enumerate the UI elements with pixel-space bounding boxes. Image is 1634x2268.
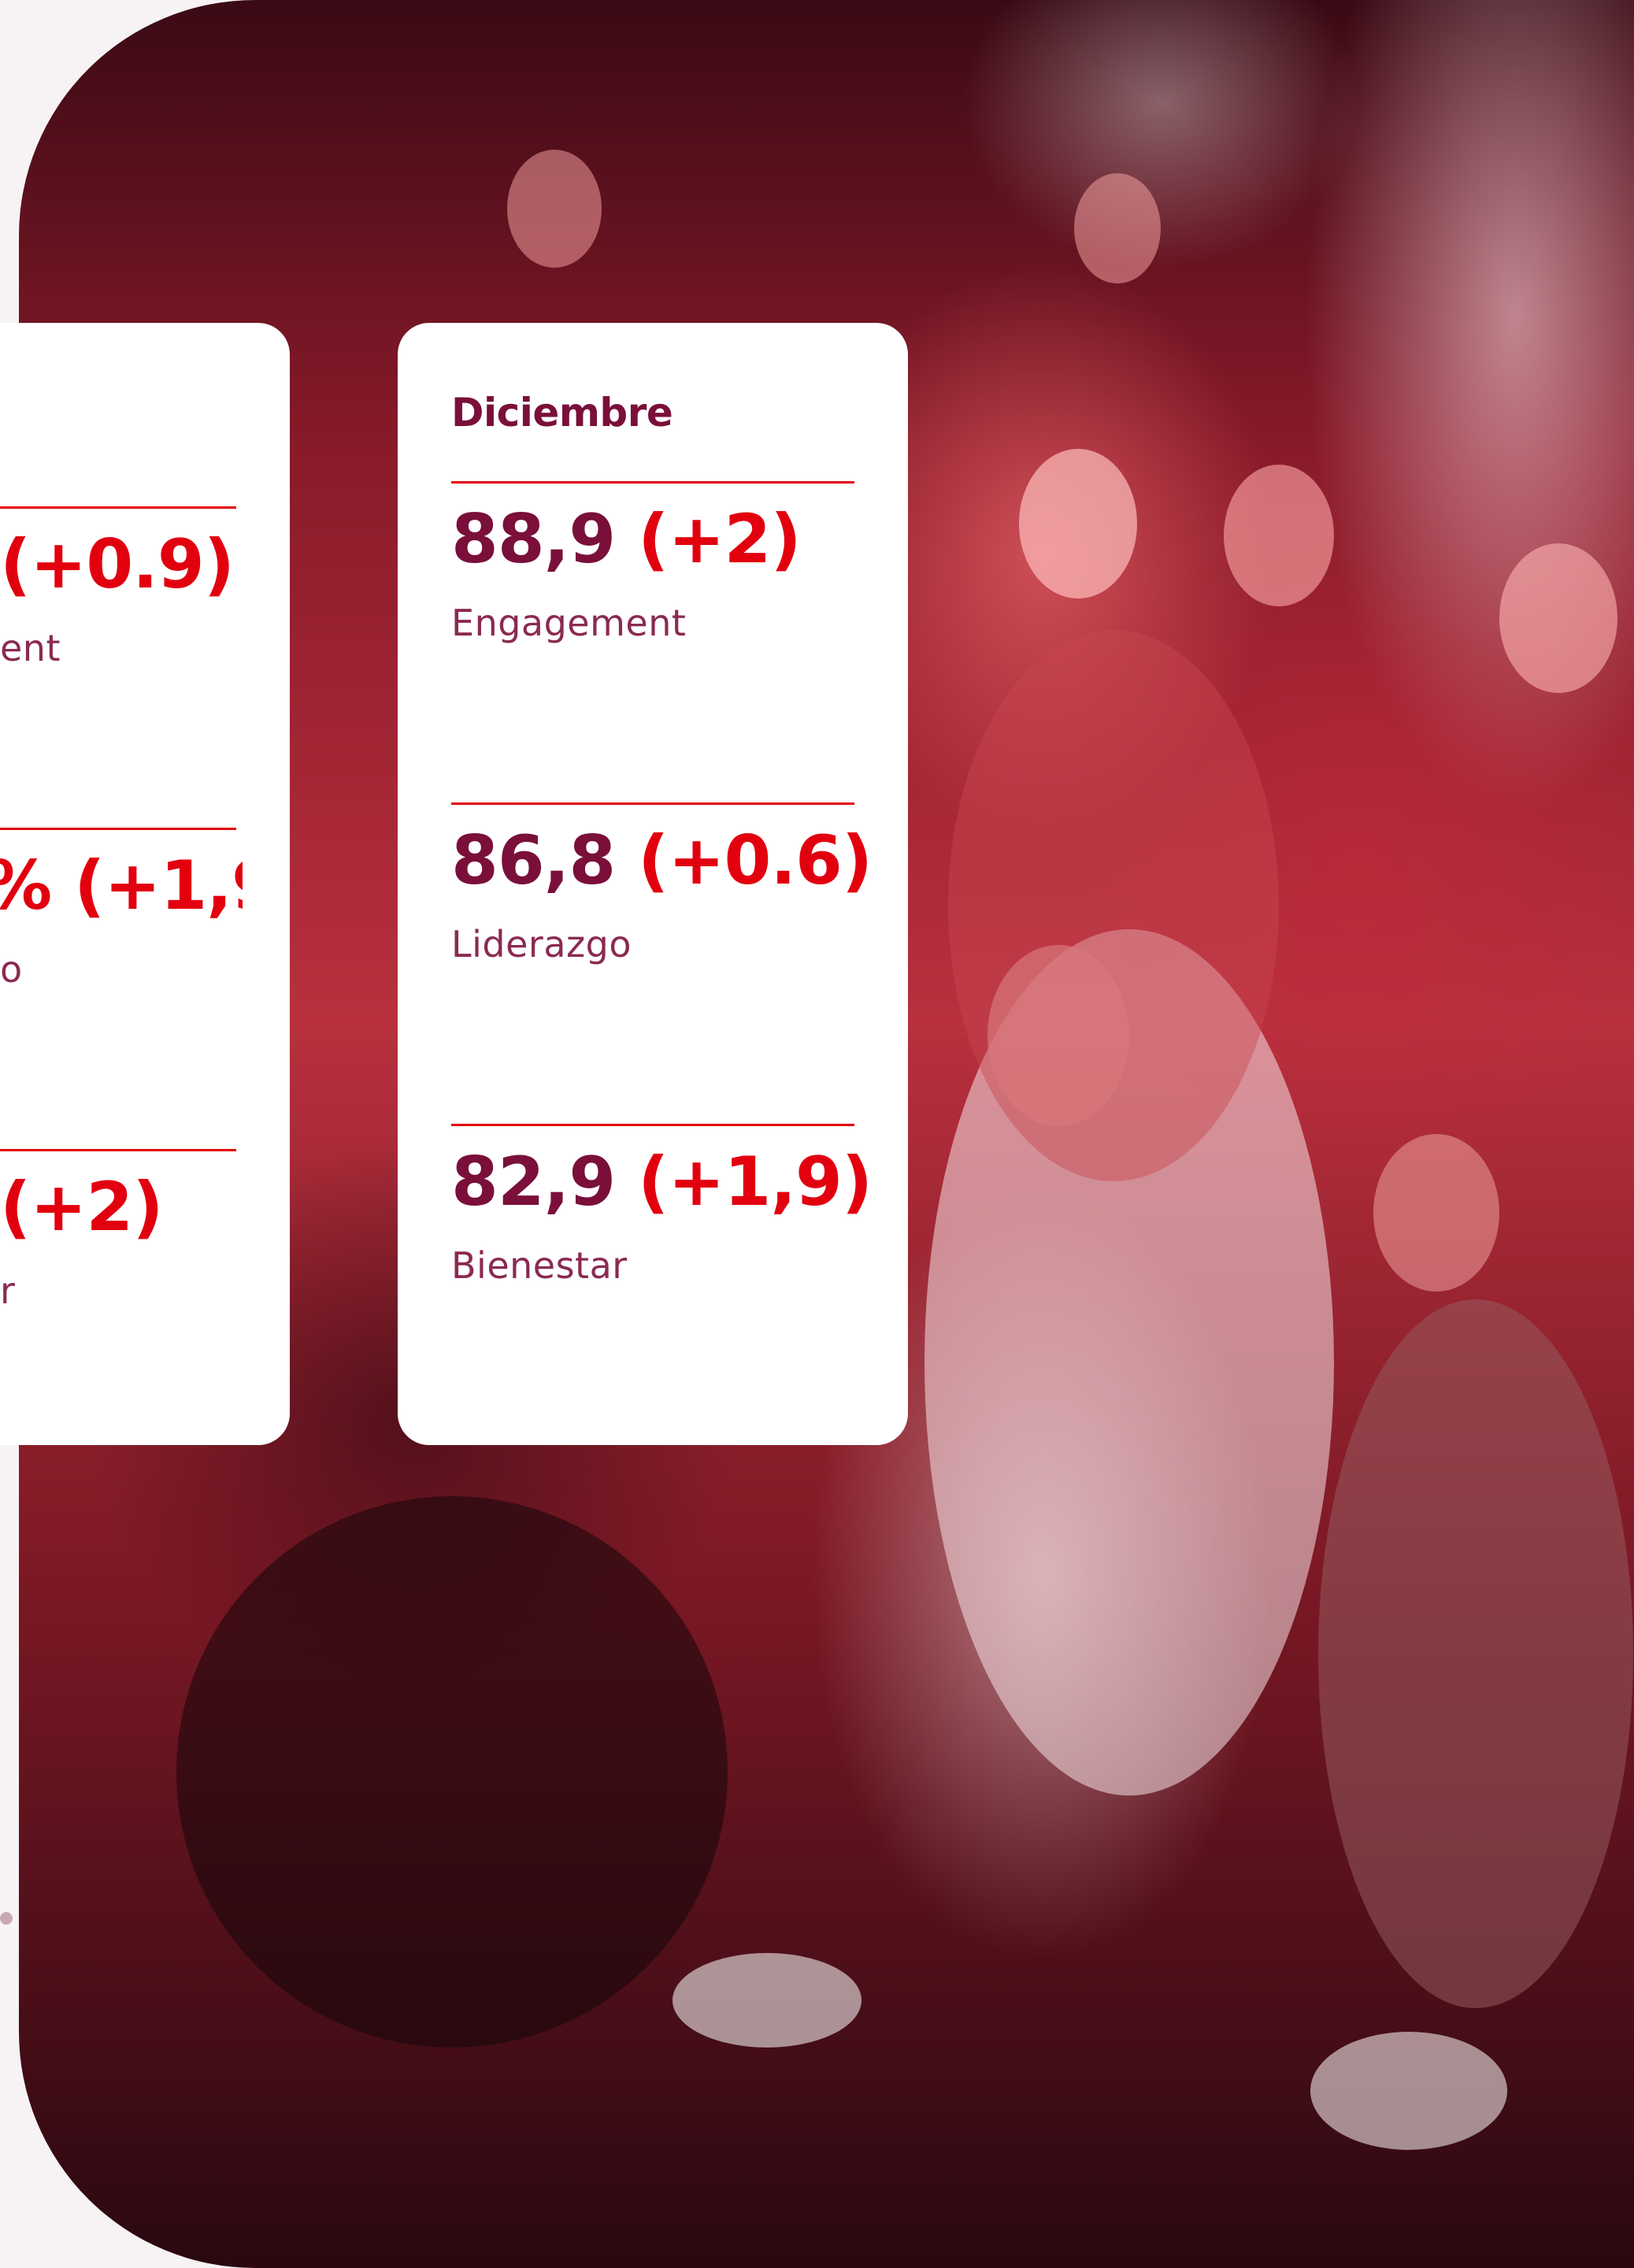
metric-score: 82,9 <box>451 1143 616 1221</box>
metric-value: 82,9 (+1,9) <box>451 1140 873 1225</box>
metric-score: 86,8 <box>451 821 616 900</box>
metric-label: ent <box>0 626 61 669</box>
person-head <box>1074 173 1161 284</box>
metric-value: % (+1,9) <box>0 847 243 925</box>
page: (+0.9) ent % (+1,9) o (+2) r Diciembre 8… <box>0 0 1634 2268</box>
metric-label: Engagement <box>451 601 687 644</box>
metric-label: Bienestar <box>451 1243 628 1287</box>
sneaker <box>1310 2032 1507 2150</box>
metric-bienestar: 82,9 (+1,9) Bienestar <box>451 1124 873 1445</box>
person-head <box>1019 449 1137 598</box>
metric-delta: (+0.6) <box>638 821 873 900</box>
metric-label: r <box>0 1269 16 1312</box>
metric-value: 86,8 (+0.6) <box>451 819 873 904</box>
metric-row: (+0.9) ent <box>0 506 236 828</box>
metric-label: o <box>0 947 23 991</box>
metric-value: (+0.9) <box>0 525 235 604</box>
metric-liderazgo: 86,8 (+0.6) Liderazgo <box>451 802 873 1124</box>
metric-row: (+2) r <box>0 1149 236 1445</box>
metric-engagement: 88,9 (+2) Engagement <box>451 481 854 802</box>
person-head <box>507 150 602 268</box>
shadow <box>176 1496 728 2048</box>
card-month-title: Diciembre <box>451 390 673 435</box>
person-head <box>1499 543 1617 693</box>
pagination-dot[interactable] <box>0 1912 13 1925</box>
person-silhouette <box>1318 1299 1633 2008</box>
metric-value: (+2) <box>0 1168 164 1247</box>
metric-value: 88,9 (+2) <box>451 498 854 583</box>
metric-delta: (+1,9) <box>638 1143 873 1221</box>
person-silhouette <box>948 630 1279 1181</box>
metric-delta: (+2) <box>638 500 802 579</box>
metrics-card-previous: (+0.9) ent % (+1,9) o (+2) r <box>0 323 290 1445</box>
metric-row: % (+1,9) o <box>0 828 243 1149</box>
metric-score: 88,9 <box>451 500 616 579</box>
metric-label: Liderazgo <box>451 922 632 965</box>
person-head <box>1224 465 1334 606</box>
metrics-card-december: Diciembre 88,9 (+2) Engagement 86,8 (+0.… <box>398 323 908 1445</box>
person-head <box>1373 1134 1499 1292</box>
sneaker <box>672 1953 861 2048</box>
